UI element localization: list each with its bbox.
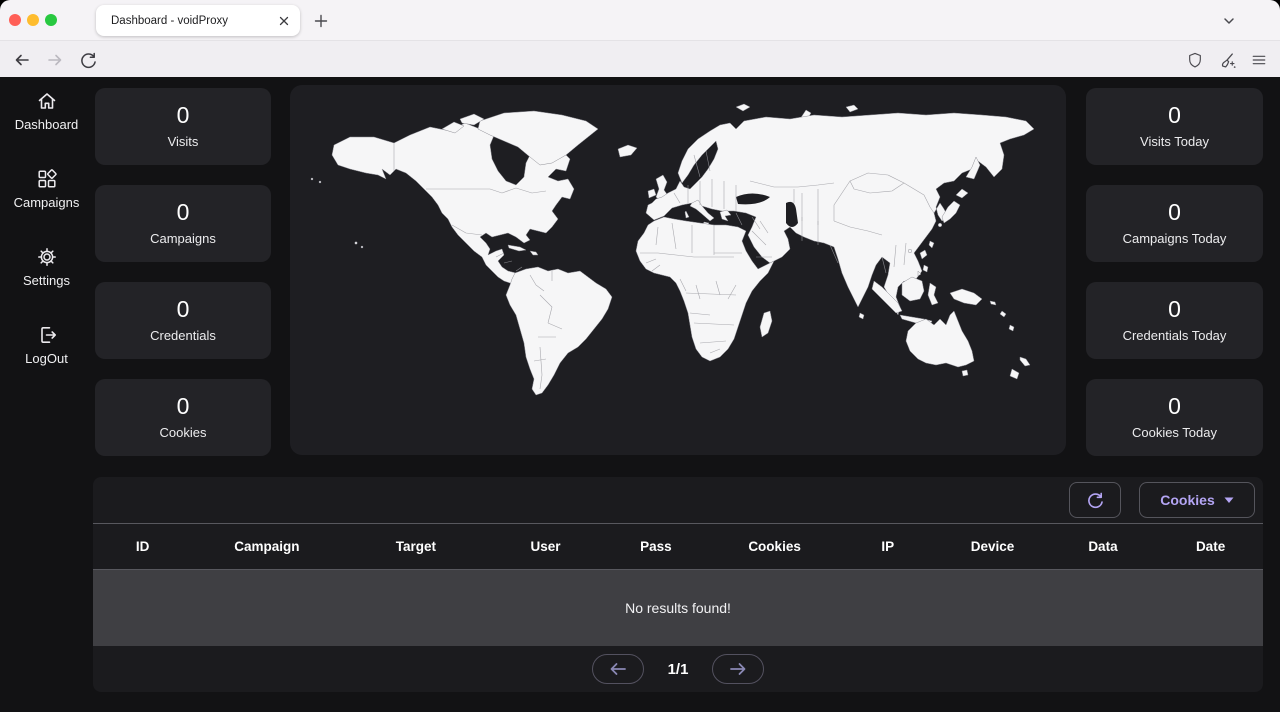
dashboard-page: Dashboard Campaigns Settings LogOut: [0, 77, 1280, 712]
logout-icon: [36, 324, 58, 346]
refresh-results-button[interactable]: [1069, 482, 1121, 518]
column-header-date: Date: [1158, 539, 1263, 554]
browser-window: Dashboard - voidProxy: [0, 0, 1280, 712]
stat-value: 0: [1168, 201, 1181, 224]
cleanup-button[interactable]: [1214, 47, 1240, 73]
column-header-device: Device: [937, 539, 1047, 554]
gear-icon: [36, 246, 58, 268]
column-header-pass: Pass: [601, 539, 711, 554]
stat-label: Visits: [168, 134, 199, 149]
column-header-cookies: Cookies: [711, 539, 838, 554]
back-button[interactable]: [9, 47, 35, 73]
back-arrow-icon: [12, 50, 32, 70]
sidebar-item-settings[interactable]: Settings: [0, 246, 93, 290]
stat-label: Visits Today: [1140, 134, 1209, 149]
refresh-icon: [1086, 491, 1105, 510]
sidebar-item-label: LogOut: [25, 351, 68, 366]
tab-title: Dashboard - voidProxy: [111, 15, 278, 27]
empty-results-row: No results found!: [93, 570, 1263, 646]
results-panel: Cookies ID Campaign Target User Pass Coo…: [93, 477, 1263, 692]
result-type-dropdown[interactable]: Cookies: [1139, 482, 1255, 518]
stat-card-cookies-today: 0 Cookies Today: [1086, 379, 1263, 456]
stat-card-credentials-today: 0 Credentials Today: [1086, 282, 1263, 359]
window-close-button[interactable]: [9, 14, 21, 26]
sidebar-item-logout[interactable]: LogOut: [0, 324, 93, 368]
stat-label: Campaigns: [150, 231, 216, 246]
tab-close-icon[interactable]: [278, 15, 290, 27]
world-map-panel: [290, 85, 1066, 455]
shield-button[interactable]: [1182, 47, 1208, 73]
stat-value: 0: [177, 104, 190, 127]
stat-label: Credentials Today: [1123, 328, 1227, 343]
stat-card-visits-today: 0 Visits Today: [1086, 88, 1263, 165]
column-header-id: ID: [93, 539, 192, 554]
next-page-button[interactable]: [712, 654, 764, 684]
column-header-ip: IP: [838, 539, 937, 554]
new-tab-button[interactable]: [308, 8, 334, 34]
results-table-header: ID Campaign Target User Pass Cookies IP …: [93, 523, 1263, 570]
stat-label: Credentials: [150, 328, 216, 343]
pagination: 1/1: [93, 646, 1263, 692]
stat-value: 0: [1168, 298, 1181, 321]
empty-results-message: No results found!: [625, 600, 731, 616]
window-zoom-button[interactable]: [45, 14, 57, 26]
stat-value: 0: [177, 395, 190, 418]
tab-list-dropdown-button[interactable]: [1216, 8, 1242, 34]
stat-card-campaigns-today: 0 Campaigns Today: [1086, 185, 1263, 262]
results-toolbar: Cookies: [93, 477, 1263, 523]
sidebar-item-campaigns[interactable]: Campaigns: [0, 168, 93, 212]
arrow-left-icon: [609, 662, 627, 676]
chevron-down-icon: [1221, 13, 1237, 29]
column-header-data: Data: [1048, 539, 1158, 554]
sidebar-item-label: Campaigns: [14, 195, 80, 210]
stat-label: Campaigns Today: [1123, 231, 1227, 246]
forward-button[interactable]: [42, 47, 68, 73]
home-icon: [36, 90, 58, 112]
category-grid-icon: [36, 168, 58, 190]
column-header-user: User: [490, 539, 600, 554]
page-indicator: 1/1: [668, 661, 689, 678]
hamburger-menu-icon: [1250, 51, 1268, 69]
browser-tab[interactable]: Dashboard - voidProxy: [96, 5, 300, 36]
previous-page-button[interactable]: [592, 654, 644, 684]
column-header-campaign: Campaign: [192, 539, 341, 554]
stat-value: 0: [1168, 395, 1181, 418]
sidebar-item-label: Dashboard: [15, 117, 79, 132]
stat-value: 0: [177, 201, 190, 224]
world-map: [290, 85, 1066, 455]
result-type-label: Cookies: [1160, 492, 1214, 508]
shield-icon: [1186, 51, 1204, 69]
forward-arrow-icon: [45, 50, 65, 70]
sidebar-item-dashboard[interactable]: Dashboard: [0, 90, 93, 134]
column-header-target: Target: [341, 539, 490, 554]
sidebar-item-label: Settings: [23, 273, 70, 288]
plus-icon: [313, 13, 329, 29]
stat-value: 0: [177, 298, 190, 321]
stat-value: 0: [1168, 104, 1181, 127]
window-minimize-button[interactable]: [27, 14, 39, 26]
stat-label: Cookies Today: [1132, 425, 1217, 440]
stat-card-cookies: 0 Cookies: [95, 379, 271, 456]
menu-button[interactable]: [1246, 47, 1272, 73]
sidebar-nav: Dashboard Campaigns Settings LogOut: [0, 77, 93, 712]
stat-card-visits: 0 Visits: [95, 88, 271, 165]
stat-card-credentials: 0 Credentials: [95, 282, 271, 359]
reload-icon: [79, 51, 98, 70]
arrow-right-icon: [729, 662, 747, 676]
tab-bar: Dashboard - voidProxy: [0, 0, 1280, 40]
stat-card-campaigns: 0 Campaigns: [95, 185, 271, 262]
reload-button[interactable]: [75, 47, 101, 73]
caret-down-icon: [1224, 497, 1234, 504]
broom-sparkle-icon: [1218, 51, 1237, 70]
stat-label: Cookies: [160, 425, 207, 440]
browser-toolbar: [0, 40, 1280, 77]
